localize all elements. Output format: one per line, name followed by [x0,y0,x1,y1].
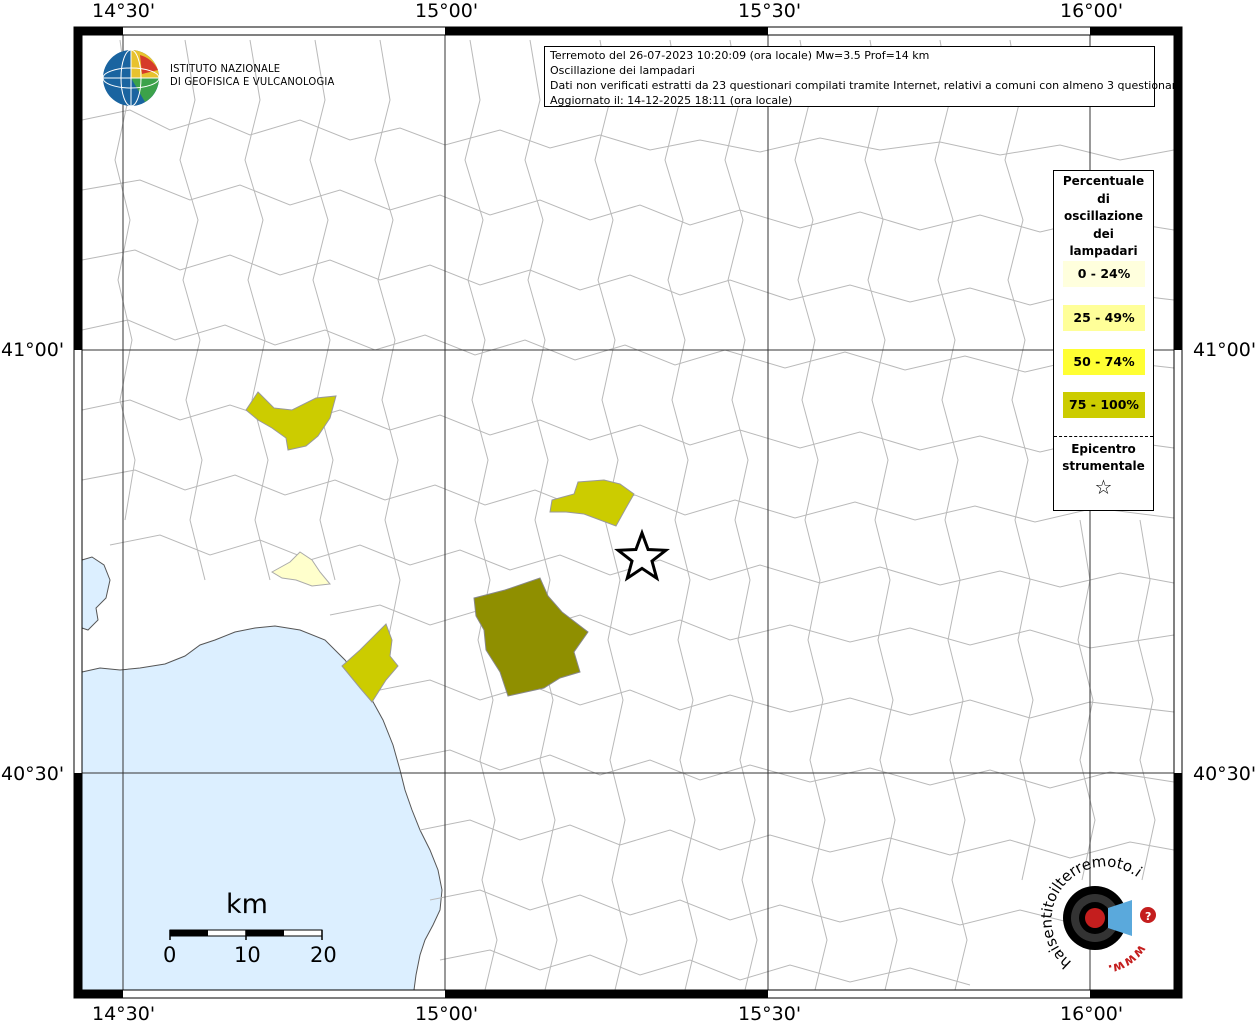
legend-title-line: lampadari [1069,244,1138,258]
legend-box: Percentuale di oscillazione dei lampadar… [1053,170,1154,511]
event-info-box: Terremoto del 26-07-2023 10:20:09 (ora l… [544,46,1183,107]
legend-separator [1054,436,1153,437]
scale-label: 20 [310,943,337,967]
legend-title: Percentuale di oscillazione dei lampadar… [1054,171,1153,261]
legend-title-line: dei [1093,226,1114,241]
lon-label-bottom: 16°00' [1060,1003,1124,1025]
event-subtitle: Oscillazione dei lampadari [550,64,695,77]
institute-line2: DI GEOFISICA E VULCANOLOGIA [170,76,335,88]
lat-label-left: 41°00' [1,339,65,361]
lat-label-left: 40°30' [1,763,65,785]
lon-label-bottom: 15°30' [738,1003,802,1025]
lon-label-bottom: 15°00' [415,1003,479,1025]
legend-title-line: Percentuale [1062,174,1145,188]
lon-label-bottom: 14°30' [92,1003,156,1025]
scale-label: 10 [234,943,261,967]
legend-item-0-24: 0 - 24% [1063,261,1145,287]
lat-label-right: 41°00' [1193,339,1256,361]
event-title: Terremoto del 26-07-2023 10:20:09 (ora l… [550,49,930,62]
legend-item-50-74: 50 - 74% [1063,349,1145,375]
legend-star-icon: ☆ [1094,475,1113,499]
lon-label-top: 15°00' [415,0,479,22]
lon-label-top: 16°00' [1060,0,1124,22]
legend-title-line: di [1097,191,1110,206]
lat-label-right: 40°30' [1193,763,1256,785]
lon-label-top: 14°30' [92,0,156,22]
legend-epicenter-line: Epicentro [1071,442,1136,456]
legend-epicenter-line: strumentale [1062,459,1145,473]
event-updated: Aggiornato il: 14-12-2025 18:11 (ora loc… [550,94,793,107]
map-canvas: ? haisentitoilterremoto.it www. [0,0,1183,999]
legend-epicenter-label: Epicentro strumentale [1054,441,1153,475]
event-data-note: Dati non verificati estratti da 23 quest… [550,79,1183,92]
scale-unit: km [226,889,268,920]
institute-name: ISTITUTO NAZIONALE DI GEOFISICA E VULCAN… [170,63,335,89]
legend-item-75-100: 75 - 100% [1063,392,1145,418]
institute-line1: ISTITUTO NAZIONALE [170,63,281,75]
svg-text:?: ? [1145,910,1151,923]
lon-label-top: 15°30' [738,0,802,22]
legend-item-25-49: 25 - 49% [1063,305,1145,331]
legend-title-line: oscillazione [1064,209,1143,223]
scale-label: 0 [163,943,177,967]
ingv-logo-icon [102,49,160,107]
